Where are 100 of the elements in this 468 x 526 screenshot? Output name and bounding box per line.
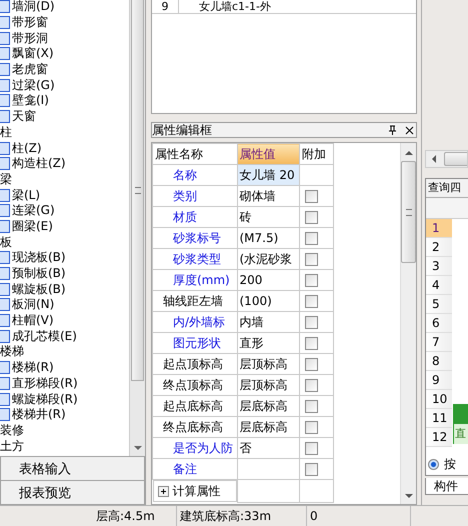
component-icon [0, 330, 10, 343]
component-icon [0, 142, 10, 155]
radio-button[interactable] [428, 459, 439, 470]
checkbox[interactable] [304, 232, 318, 246]
property-name: 砂浆类型 [172, 252, 221, 266]
row-number[interactable]: 12 [426, 428, 452, 447]
scrollbar[interactable] [129, 0, 145, 456]
component-icon [0, 376, 10, 390]
property-value[interactable]: (水泥砂浆 [237, 248, 300, 270]
property-value[interactable]: 否 [237, 438, 300, 458]
checkbox[interactable] [304, 379, 318, 392]
tree-item[interactable]: 直形梯段(R) [12, 374, 78, 392]
row-number[interactable]: 10 [426, 390, 452, 409]
property-value[interactable]: (M7.5) [237, 228, 300, 248]
tree-item[interactable]: 楼梯井(R) [12, 406, 66, 424]
tree-item[interactable]: 连梁(G) [12, 202, 55, 220]
list-item[interactable]: 女儿墙c1-1-外 [179, 0, 271, 13]
tree-item[interactable]: 天窗 [12, 108, 36, 126]
component-icon [0, 282, 10, 296]
checkbox[interactable] [304, 253, 318, 266]
row-number[interactable]: 4 [426, 276, 452, 295]
tree-item[interactable]: 墙洞(D) [12, 0, 55, 16]
radio-label[interactable]: 按 [444, 456, 456, 473]
tree-item[interactable]: 板 [0, 234, 12, 251]
expand-icon[interactable] [158, 486, 168, 496]
tree-item[interactable]: 土方 [0, 438, 24, 455]
checkbox[interactable] [304, 274, 318, 288]
status-text: 0 [307, 506, 411, 526]
scroll-down-icon[interactable] [404, 494, 412, 498]
component-icon [0, 32, 10, 45]
tree-item[interactable]: 柱帽(V) [12, 312, 54, 330]
scroll-up-icon[interactable] [404, 151, 412, 155]
column-header: 属性值 [237, 144, 300, 164]
tree-item[interactable]: 柱 [0, 124, 12, 141]
status-text: 层高:4.5m [93, 506, 177, 526]
tree-item[interactable]: 楼梯(R) [12, 359, 54, 376]
row-number[interactable]: 11 [426, 409, 452, 428]
tree-item[interactable]: 梁 [0, 170, 12, 188]
checkbox[interactable] [304, 211, 318, 224]
checkbox[interactable] [304, 463, 318, 476]
property-value[interactable]: (100) [237, 290, 300, 312]
checkbox[interactable] [304, 190, 318, 204]
tree-item[interactable]: 带形窗 [12, 14, 48, 32]
property-value[interactable]: 内墙 [237, 312, 300, 332]
scrollbar[interactable] [425, 150, 468, 168]
pin-icon[interactable] [388, 125, 397, 135]
row-number[interactable]: 9 [426, 371, 452, 390]
component-icon [0, 0, 10, 14]
checkbox[interactable] [304, 295, 318, 308]
panel-button[interactable]: 报表预览 [0, 481, 145, 505]
scroll-down-icon[interactable] [134, 446, 142, 450]
row-number[interactable]: 6 [426, 314, 452, 333]
tree-item[interactable]: 圈梁(E) [12, 218, 53, 235]
tree-item[interactable]: 装修 [0, 422, 24, 439]
checkbox[interactable] [304, 400, 318, 414]
row-number[interactable]: 7 [426, 333, 452, 352]
property-value[interactable]: 女儿墙 20 [237, 164, 300, 186]
property-value[interactable]: 层底标高 [237, 396, 300, 416]
row-number[interactable]: 8 [426, 352, 452, 371]
checkbox[interactable] [304, 442, 318, 456]
component-icon [0, 47, 10, 60]
checkbox[interactable] [304, 358, 318, 372]
property-value[interactable]: 层顶标高 [237, 354, 300, 374]
component-icon [0, 157, 10, 170]
property-group: 计算属性 [172, 482, 220, 500]
property-value[interactable]: 层底标高 [237, 416, 300, 438]
property-value[interactable]: 层顶标高 [237, 374, 300, 396]
tree-item[interactable]: 现浇板(B) [12, 249, 66, 266]
checkbox[interactable] [304, 316, 318, 330]
row-number[interactable]: 2 [426, 238, 452, 257]
tree-item[interactable]: 老虎窗 [12, 61, 48, 78]
tree-item[interactable]: 壁龛(I) [12, 92, 49, 110]
tab[interactable]: 构件 [425, 478, 468, 495]
tree-item[interactable]: 螺旋板(B) [12, 280, 66, 298]
panel-title: 属性编辑框 [152, 123, 212, 137]
tree-item[interactable]: 螺旋梯段(R) [12, 390, 78, 408]
tree-item[interactable]: 成孔芯模(E) [12, 328, 77, 345]
tree-item[interactable]: 带形洞 [12, 30, 48, 47]
checkbox[interactable] [304, 337, 318, 350]
tree-item[interactable]: 过梁(G) [12, 76, 55, 94]
tree-item[interactable]: 柱(Z) [12, 140, 42, 157]
panel-button[interactable]: 表格输入 [0, 457, 145, 482]
row-number[interactable]: 5 [426, 295, 452, 314]
tree-item[interactable]: 板洞(N) [12, 296, 54, 314]
row-number[interactable]: 1 [426, 219, 452, 238]
property-value[interactable]: 200 [237, 270, 300, 290]
scroll-left-icon[interactable] [432, 155, 436, 163]
property-value[interactable]: 直形 [237, 332, 300, 354]
close-icon[interactable] [405, 126, 414, 134]
tree-item[interactable]: 梁(L) [12, 186, 40, 204]
row-number[interactable]: 3 [426, 257, 452, 276]
tree-item[interactable]: 楼梯 [0, 343, 24, 360]
property-value[interactable]: 砌体墙 [237, 186, 300, 206]
tree-item[interactable]: 构造柱(Z) [12, 155, 66, 172]
tree-item[interactable]: 预制板(B) [12, 265, 66, 282]
checkbox[interactable] [304, 421, 318, 434]
tree-item[interactable]: 飘窗(X) [12, 45, 54, 62]
scrollbar[interactable] [400, 143, 416, 504]
component-icon [0, 251, 10, 264]
property-value[interactable]: 砖 [237, 206, 300, 228]
